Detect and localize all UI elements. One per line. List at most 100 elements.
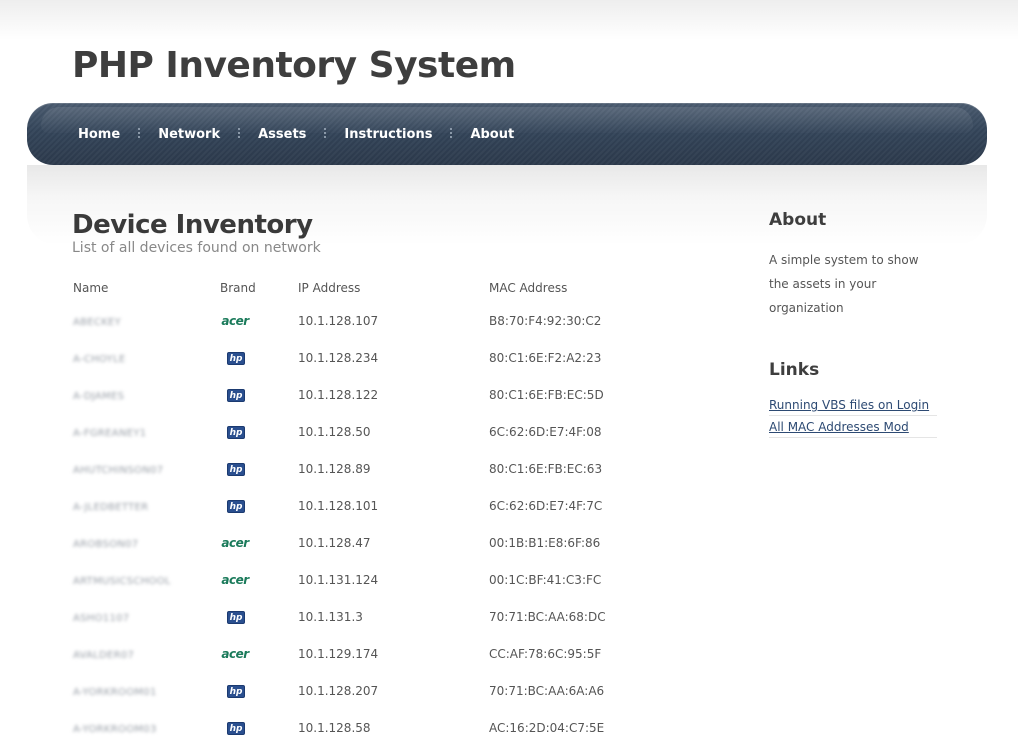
device-ip: 10.1.129.174 xyxy=(298,646,379,661)
nav-separator xyxy=(324,128,327,140)
acer-logo-icon: acer xyxy=(221,646,249,661)
table-row: A-DJAMES hp 10.1.128.122 80:C1:6E:FB:EC:5D xyxy=(73,376,639,413)
sidebar-links-heading: Links xyxy=(769,360,820,380)
device-name-cell: A-YORKROOM01 xyxy=(73,672,220,709)
device-ip: 10.1.128.122 xyxy=(298,387,379,402)
table-row: AVALDER07 acer 10.1.129.174 CC:AF:78:6C:95:… xyxy=(73,635,639,672)
device-ip: 10.1.128.207 xyxy=(298,683,379,698)
table-row: ASHO1107 hp 10.1.131.3 70:71:BC:AA:68:DC xyxy=(73,598,639,635)
page-subtitle: List of all devices found on network xyxy=(72,240,321,256)
table-row: A-JLEDBETTER hp 10.1.128.101 6C:62:6D:E7:4F… xyxy=(73,487,639,524)
table-row: ABECKEY acer 10.1.128.107 B8:70:F4:92:30:C2 xyxy=(73,302,639,339)
nav-about[interactable]: About xyxy=(470,127,514,142)
device-mac: 80:C1:6E:FB:EC:63 xyxy=(489,461,603,476)
device-brand-cell: acer xyxy=(220,302,298,339)
device-name-cell: A-JLEDBETTER xyxy=(73,487,220,524)
device-name: A-CHOYLE xyxy=(73,353,126,365)
table-header-row: Name Brand IP Address MAC Address xyxy=(73,280,639,302)
device-mac: AC:16:2D:04:C7:5E xyxy=(489,720,605,735)
device-mac: 00:1C:BF:41:C3:FC xyxy=(489,572,602,587)
device-brand-cell: acer xyxy=(220,635,298,672)
device-ip: 10.1.128.58 xyxy=(298,720,371,735)
main-content: Device Inventory List of all devices fou… xyxy=(72,210,672,746)
hp-logo-icon: hp xyxy=(227,722,245,735)
nav-separator xyxy=(450,128,453,140)
device-rows: ABECKEY acer 10.1.128.107 B8:70:F4:92:30:C2… xyxy=(73,302,639,746)
hp-logo-icon: hp xyxy=(227,463,245,476)
site-title: PHP Inventory System xyxy=(72,45,516,86)
link-running-vbs-files[interactable]: Running VBS files on Login xyxy=(769,394,937,416)
device-name-cell: A-FGREANEY1 xyxy=(73,413,220,450)
device-name: A-FGREANEY1 xyxy=(73,427,147,439)
table-row: AHUTCHINSON07 hp 10.1.128.89 80:C1:6E:FB:EC… xyxy=(73,450,639,487)
device-mac: 6C:62:6D:E7:4F:7C xyxy=(489,498,603,513)
device-name-cell: A-YORKROOM03 xyxy=(73,709,220,746)
device-ip: 10.1.128.89 xyxy=(298,461,371,476)
sidebar-about-heading: About xyxy=(769,210,827,230)
device-mac: 70:71:BC:AA:6A:A6 xyxy=(489,683,605,698)
device-name-cell: ABECKEY xyxy=(73,302,220,339)
column-header-brand: Brand xyxy=(220,281,256,295)
device-table: Name Brand IP Address MAC Address ABECKE… xyxy=(73,280,639,746)
device-brand-cell: hp xyxy=(220,709,298,746)
device-mac: 80:C1:6E:FB:EC:5D xyxy=(489,387,604,402)
device-ip: 10.1.128.50 xyxy=(298,424,371,439)
table-row: AROBSON07 acer 10.1.128.47 00:1B:B1:E8:6F:8… xyxy=(73,524,639,561)
device-mac: 80:C1:6E:F2:A2:23 xyxy=(489,350,602,365)
device-name: AROBSON07 xyxy=(73,538,139,550)
device-name-cell: ASHO1107 xyxy=(73,598,220,635)
device-brand-cell: hp xyxy=(220,487,298,524)
device-ip: 10.1.131.3 xyxy=(298,609,363,624)
device-mac: B8:70:F4:92:30:C2 xyxy=(489,313,602,328)
device-name-cell: AVALDER07 xyxy=(73,635,220,672)
acer-logo-icon: acer xyxy=(221,313,249,328)
sidebar-link-list: Running VBS files on Login All MAC Addre… xyxy=(769,394,939,438)
column-header-ip: IP Address xyxy=(298,281,361,295)
device-brand-cell: hp xyxy=(220,672,298,709)
device-ip: 10.1.128.47 xyxy=(298,535,371,550)
nav-separator xyxy=(138,128,141,140)
hp-logo-icon: hp xyxy=(227,389,245,402)
table-row: A-YORKROOM03 hp 10.1.128.58 AC:16:2D:04:C7:… xyxy=(73,709,639,746)
device-brand-cell: acer xyxy=(220,561,298,598)
nav-separator xyxy=(238,128,241,140)
device-name: A-JLEDBETTER xyxy=(73,501,149,513)
hp-logo-icon: hp xyxy=(227,500,245,513)
device-brand-cell: hp xyxy=(220,450,298,487)
device-name: ARTMUSICSCHOOL xyxy=(73,575,171,587)
device-mac: 6C:62:6D:E7:4F:08 xyxy=(489,424,602,439)
nav-assets[interactable]: Assets xyxy=(258,127,306,142)
table-row: A-YORKROOM01 hp 10.1.128.207 70:71:BC:AA:6A… xyxy=(73,672,639,709)
table-row: ARTMUSICSCHOOL acer 10.1.131.124 00:1C:BF:4… xyxy=(73,561,639,598)
device-ip: 10.1.128.107 xyxy=(298,313,379,328)
nav-network[interactable]: Network xyxy=(158,127,220,142)
device-mac: CC:AF:78:6C:95:5F xyxy=(489,646,602,661)
device-name-cell: ARTMUSICSCHOOL xyxy=(73,561,220,598)
device-name: ASHO1107 xyxy=(73,612,130,624)
device-mac: 00:1B:B1:E8:6F:86 xyxy=(489,535,601,550)
hp-logo-icon: hp xyxy=(227,352,245,365)
sidebar-about-text: A simple system to show the assets in yo… xyxy=(769,253,919,315)
table-row: A-FGREANEY1 hp 10.1.128.50 6C:62:6D:E7:4F:0… xyxy=(73,413,639,450)
device-brand-cell: hp xyxy=(220,376,298,413)
device-name-cell: AROBSON07 xyxy=(73,524,220,561)
device-brand-cell: hp xyxy=(220,598,298,635)
device-name-cell: A-CHOYLE xyxy=(73,339,220,376)
link-all-mac-addresses-mod[interactable]: All MAC Addresses Mod xyxy=(769,416,937,438)
device-name: A-DJAMES xyxy=(73,390,125,402)
hp-logo-icon: hp xyxy=(227,611,245,624)
device-name: A-YORKROOM01 xyxy=(73,686,157,698)
nav-instructions[interactable]: Instructions xyxy=(344,127,432,142)
page-title: Device Inventory xyxy=(72,210,313,240)
column-header-mac: MAC Address xyxy=(489,281,568,295)
device-ip: 10.1.128.234 xyxy=(298,350,379,365)
device-ip: 10.1.128.101 xyxy=(298,498,379,513)
sidebar: About A simple system to show the assets… xyxy=(769,210,939,438)
hp-logo-icon: hp xyxy=(227,685,245,698)
device-brand-cell: hp xyxy=(220,339,298,376)
device-name-cell: AHUTCHINSON07 xyxy=(73,450,220,487)
table-row: A-CHOYLE hp 10.1.128.234 80:C1:6E:F2:A2:23 xyxy=(73,339,639,376)
column-header-name: Name xyxy=(73,281,109,295)
nav-home[interactable]: Home xyxy=(78,127,120,142)
main-navigation: Home Network Assets Instructions About xyxy=(27,103,987,165)
